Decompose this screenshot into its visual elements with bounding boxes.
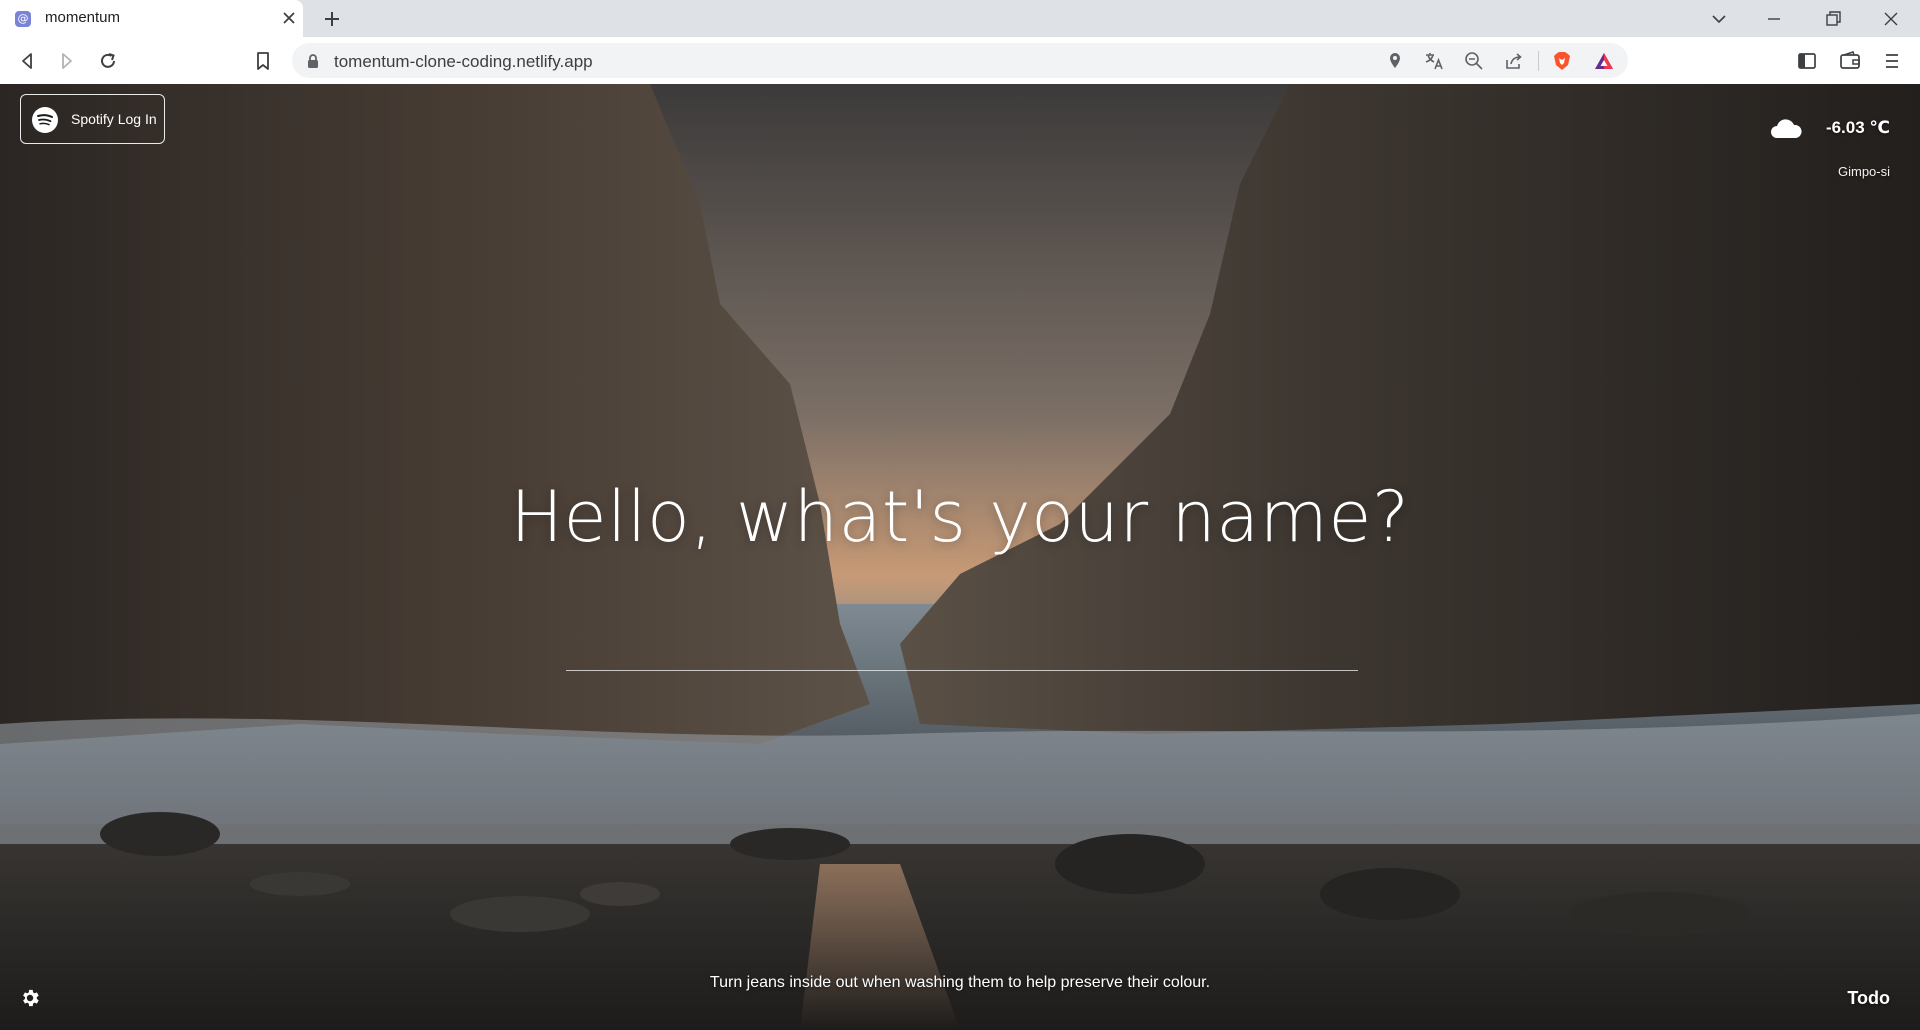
wallet-icon[interactable] xyxy=(1838,49,1862,73)
tab-close-icon[interactable] xyxy=(280,9,298,27)
address-bar[interactable]: tomentum-clone-coding.netlify.app xyxy=(292,43,1628,78)
url-text[interactable]: tomentum-clone-coding.netlify.app xyxy=(334,52,593,72)
tab-search-chevron-icon[interactable] xyxy=(1707,8,1731,30)
page-viewport: Spotify Log In -6.03 ℃ Gimpo-si Hello, w… xyxy=(0,84,1920,1030)
omnibox-divider xyxy=(1538,51,1539,71)
browser-toolbar: tomentum-clone-coding.netlify.app xyxy=(0,37,1920,85)
translate-icon[interactable] xyxy=(1423,50,1445,72)
greeting-heading: Hello, what's your name? xyxy=(510,476,1410,558)
share-icon[interactable] xyxy=(1503,50,1525,72)
menu-icon[interactable] xyxy=(1880,49,1904,73)
tab-title: momentum xyxy=(45,9,121,26)
name-input[interactable] xyxy=(566,624,1358,671)
sidebar-icon[interactable] xyxy=(1795,49,1819,73)
weather-city: Gimpo-si xyxy=(1837,164,1890,179)
reload-icon[interactable] xyxy=(96,49,120,73)
brave-shields-icon[interactable] xyxy=(1551,50,1573,72)
quote-text: Turn jeans inside out when washing them … xyxy=(709,974,1211,991)
close-window-icon[interactable] xyxy=(1879,8,1903,30)
minimize-icon[interactable] xyxy=(1762,8,1786,30)
spotify-login-button[interactable]: Spotify Log In xyxy=(20,94,165,144)
tab-favicon-icon: @ xyxy=(15,11,31,27)
spotify-login-label: Spotify Log In xyxy=(71,111,157,127)
zoom-out-icon[interactable] xyxy=(1463,50,1485,72)
new-tab-icon[interactable] xyxy=(320,7,344,31)
location-pin-icon[interactable] xyxy=(1384,50,1406,72)
restore-icon[interactable] xyxy=(1821,8,1845,30)
tab-strip: @ momentum xyxy=(0,0,1920,37)
spotify-icon xyxy=(32,107,58,133)
browser-tab[interactable]: @ momentum xyxy=(0,0,303,37)
forward-icon[interactable] xyxy=(55,49,79,73)
brave-rewards-icon[interactable] xyxy=(1593,50,1615,72)
lock-icon[interactable] xyxy=(306,53,320,69)
back-icon[interactable] xyxy=(15,49,39,73)
cloud-icon xyxy=(1771,119,1802,138)
bookmark-icon[interactable] xyxy=(251,49,275,73)
weather-temperature: -6.03 ℃ xyxy=(1825,118,1890,137)
gear-icon[interactable] xyxy=(19,987,41,1009)
todo-button[interactable]: Todo xyxy=(1847,988,1890,1009)
